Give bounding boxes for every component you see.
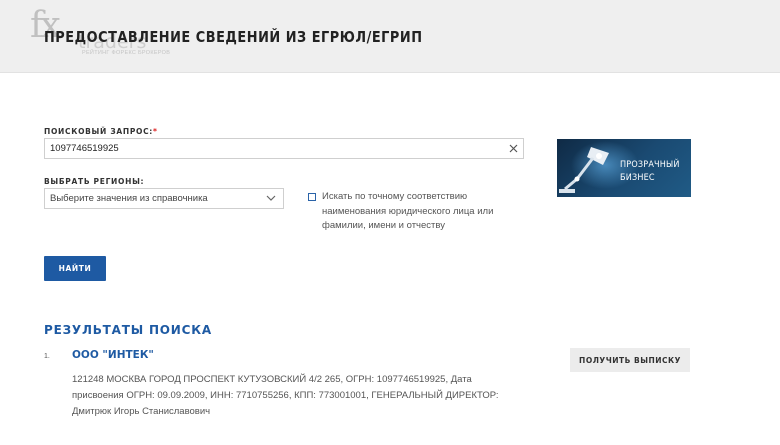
banner-line-1: ПРОЗРАЧНЫЙ	[620, 160, 680, 170]
results-title: РЕЗУЛЬТАТЫ ПОИСКА	[44, 323, 212, 337]
result-company-link[interactable]: ООО "ИНТЕК"	[72, 349, 154, 361]
search-input[interactable]	[44, 138, 524, 159]
banner-line-2: БИЗНЕС	[620, 173, 655, 183]
chevron-down-icon[interactable]	[266, 194, 276, 202]
close-icon[interactable]	[507, 142, 520, 155]
find-button[interactable]: НАЙТИ	[44, 256, 106, 281]
result-details: 121248 МОСКВА ГОРОД ПРОСПЕКТ КУТУЗОВСКИЙ…	[72, 374, 499, 417]
result-number: 1.	[44, 353, 50, 360]
regions-label: ВЫБРАТЬ РЕГИОНЫ:	[44, 177, 145, 186]
required-mark: *	[153, 127, 158, 136]
page-title: ПРЕДОСТАВЛЕНИЕ СВЕДЕНИЙ ИЗ ЕГРЮЛ/ЕГРИП	[44, 28, 423, 46]
search-label: ПОИСКОВЫЙ ЗАПРОС:*	[44, 127, 158, 136]
transparent-business-banner[interactable]: ПРОЗРАЧНЫЙ БИЗНЕС	[557, 139, 691, 197]
logo-tagline: РЕЙТИНГ ФОРЕКС БРОКЕРОВ	[82, 50, 171, 56]
exact-match-checkbox[interactable]	[308, 193, 316, 201]
get-extract-button[interactable]: ПОЛУЧИТЬ ВЫПИСКУ	[570, 348, 690, 372]
page-header: fx traders РЕЙТИНГ ФОРЕКС БРОКЕРОВ ПРЕДО…	[0, 0, 780, 73]
banner-text: ПРОЗРАЧНЫЙ БИЗНЕС	[620, 159, 680, 185]
exact-match-label: Искать по точному соответствию наименова…	[322, 191, 494, 231]
region-select[interactable]: Выберите значения из справочника	[44, 188, 284, 209]
